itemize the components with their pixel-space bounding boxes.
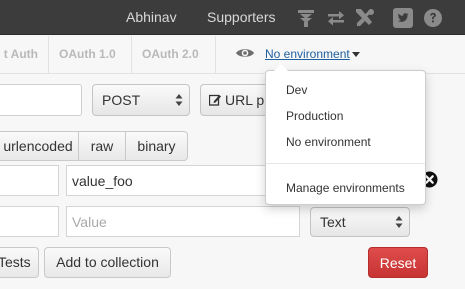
param-value-input-2[interactable]: Value — [66, 206, 300, 237]
url-params-label: URL p — [225, 92, 265, 108]
url-input[interactable] — [0, 84, 82, 116]
environment-dropdown: Dev Production No environment Manage env… — [265, 64, 426, 205]
tab-oauth-2[interactable]: OAuth 2.0 — [132, 36, 216, 73]
method-select[interactable]: POST — [92, 84, 190, 116]
body-type-binary[interactable]: binary — [126, 131, 188, 161]
add-to-collection-button[interactable]: Add to collection — [44, 247, 171, 278]
interceptor-icon[interactable] — [296, 8, 316, 28]
tab-basic-auth[interactable]: t Auth — [0, 36, 49, 73]
auth-tabs-row: t Auth OAuth 1.0 OAuth 2.0 — [0, 36, 465, 74]
eye-icon[interactable] — [235, 46, 255, 60]
env-option-none[interactable]: No environment — [266, 130, 425, 154]
manage-environments-option[interactable]: Manage environments — [266, 176, 425, 200]
param-type-select[interactable]: Text — [310, 207, 410, 237]
body-type-urlencoded[interactable]: urlencoded — [0, 131, 79, 161]
supporters-link[interactable]: Supporters — [207, 9, 275, 25]
sync-icon[interactable] — [326, 8, 346, 28]
tab-oauth-1[interactable]: OAuth 1.0 — [49, 36, 132, 73]
tests-button[interactable]: Tests — [0, 247, 39, 278]
env-option-production[interactable]: Production — [266, 104, 425, 128]
twitter-icon[interactable] — [393, 8, 413, 28]
help-icon[interactable] — [423, 8, 443, 28]
edit-icon — [209, 94, 221, 106]
dropdown-arrow — [274, 64, 288, 71]
param-key-input-1[interactable] — [0, 165, 59, 196]
select-arrows-icon — [395, 216, 403, 228]
caret-down-icon — [351, 52, 360, 58]
top-header: Abhinav Supporters — [0, 0, 465, 35]
reset-button[interactable]: Reset — [368, 247, 428, 278]
environment-selector[interactable]: No environment — [265, 47, 360, 61]
body-type-raw[interactable]: raw — [79, 131, 126, 161]
select-arrows-icon — [175, 94, 183, 106]
dropdown-divider — [266, 163, 425, 164]
param-key-input-2[interactable] — [0, 206, 59, 237]
method-value: POST — [102, 92, 141, 108]
param-type-value: Text — [320, 214, 346, 230]
environment-selected-label: No environment — [265, 47, 350, 61]
env-option-dev[interactable]: Dev — [266, 78, 425, 102]
user-name-link[interactable]: Abhinav — [126, 9, 177, 25]
tools-icon[interactable] — [355, 8, 375, 28]
